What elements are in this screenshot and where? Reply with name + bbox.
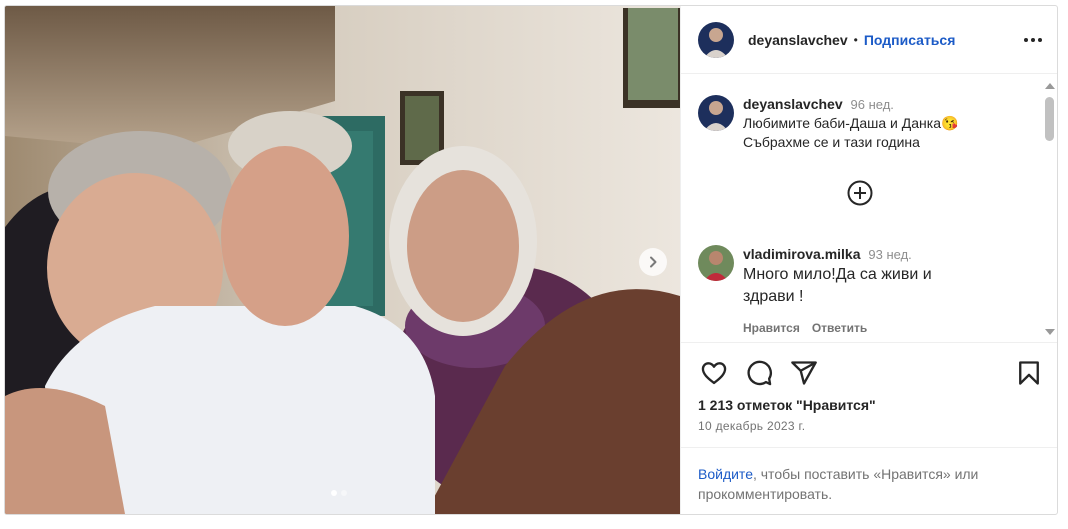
login-prompt-text-line2: прокомментировать. bbox=[698, 486, 833, 502]
comment-like-button[interactable]: Нравится bbox=[743, 319, 800, 338]
comment-reply-button[interactable]: Ответить bbox=[812, 319, 867, 338]
caption-avatar[interactable] bbox=[698, 95, 734, 131]
share-icon[interactable] bbox=[790, 359, 818, 387]
commenter-avatar[interactable] bbox=[698, 245, 734, 281]
kiss-emoji: 😘 bbox=[941, 115, 959, 131]
chevron-right-icon bbox=[650, 256, 657, 268]
avatar-image bbox=[698, 95, 734, 131]
comment-time[interactable]: 93 нед. bbox=[868, 247, 911, 262]
more-options-icon[interactable] bbox=[1024, 37, 1042, 42]
next-photo-button[interactable] bbox=[639, 248, 667, 276]
commenter-username[interactable]: vladimirova.milka bbox=[743, 246, 861, 262]
carousel-dot-1 bbox=[331, 490, 337, 496]
post-sidebar: deyanslavchev • Подписаться deyanslavche… bbox=[680, 6, 1057, 514]
login-link[interactable]: Войдите bbox=[698, 466, 753, 482]
post-header: deyanslavchev • Подписаться bbox=[681, 6, 1057, 74]
caption-item: deyanslavchev 96 нед. Любимите баби-Даша… bbox=[698, 95, 958, 152]
likes-count[interactable]: 1 213 отметок "Нравится" bbox=[698, 397, 876, 413]
caption-username[interactable]: deyanslavchev bbox=[743, 96, 843, 112]
avatar-image bbox=[698, 245, 734, 281]
plus-circle-icon bbox=[847, 180, 873, 206]
carousel-indicator bbox=[331, 490, 347, 496]
login-prompt: Войдите, чтобы поставить «Нравится» или … bbox=[681, 447, 1057, 504]
comment-text-line2: здрави ! bbox=[743, 288, 804, 305]
author-username[interactable]: deyanslavchev bbox=[748, 32, 848, 48]
post-actions-bar bbox=[681, 342, 1057, 403]
caption-time[interactable]: 96 нед. bbox=[851, 97, 894, 112]
author-avatar[interactable] bbox=[698, 21, 734, 58]
comment-icon[interactable] bbox=[745, 359, 773, 387]
avatar-image bbox=[698, 21, 734, 58]
post-date[interactable]: 10 декабрь 2023 г. bbox=[698, 419, 805, 433]
follow-button[interactable]: Подписаться bbox=[864, 32, 956, 48]
heart-icon[interactable] bbox=[700, 359, 728, 387]
load-more-comments-button[interactable] bbox=[846, 179, 874, 207]
scroll-thumb[interactable] bbox=[1045, 97, 1054, 141]
header-separator: • bbox=[853, 32, 858, 47]
caption-text-line1: Любимите баби-Даша и Данка bbox=[743, 115, 941, 131]
comment-item: vladimirova.milka 93 нед. Много мило!Да … bbox=[698, 245, 932, 338]
caption-text-line2: Събрахме се и тази година bbox=[743, 134, 920, 150]
comments-list: deyanslavchev 96 нед. Любимите баби-Даша… bbox=[681, 75, 1057, 342]
post-dialog: deyanslavchev • Подписаться deyanslavche… bbox=[4, 5, 1058, 515]
login-prompt-text-line1: , чтобы поставить «Нравится» или bbox=[752, 466, 979, 482]
bookmark-icon[interactable] bbox=[1015, 359, 1043, 387]
selfie-image bbox=[5, 6, 680, 514]
scroll-up-arrow-icon[interactable] bbox=[1045, 83, 1055, 89]
comments-scrollbar[interactable] bbox=[1041, 83, 1057, 335]
scroll-down-arrow-icon[interactable] bbox=[1045, 329, 1055, 335]
carousel-dot-2 bbox=[341, 490, 347, 496]
comment-text-line1: Много мило!Да са живи и bbox=[743, 266, 932, 283]
post-photo bbox=[5, 6, 680, 514]
